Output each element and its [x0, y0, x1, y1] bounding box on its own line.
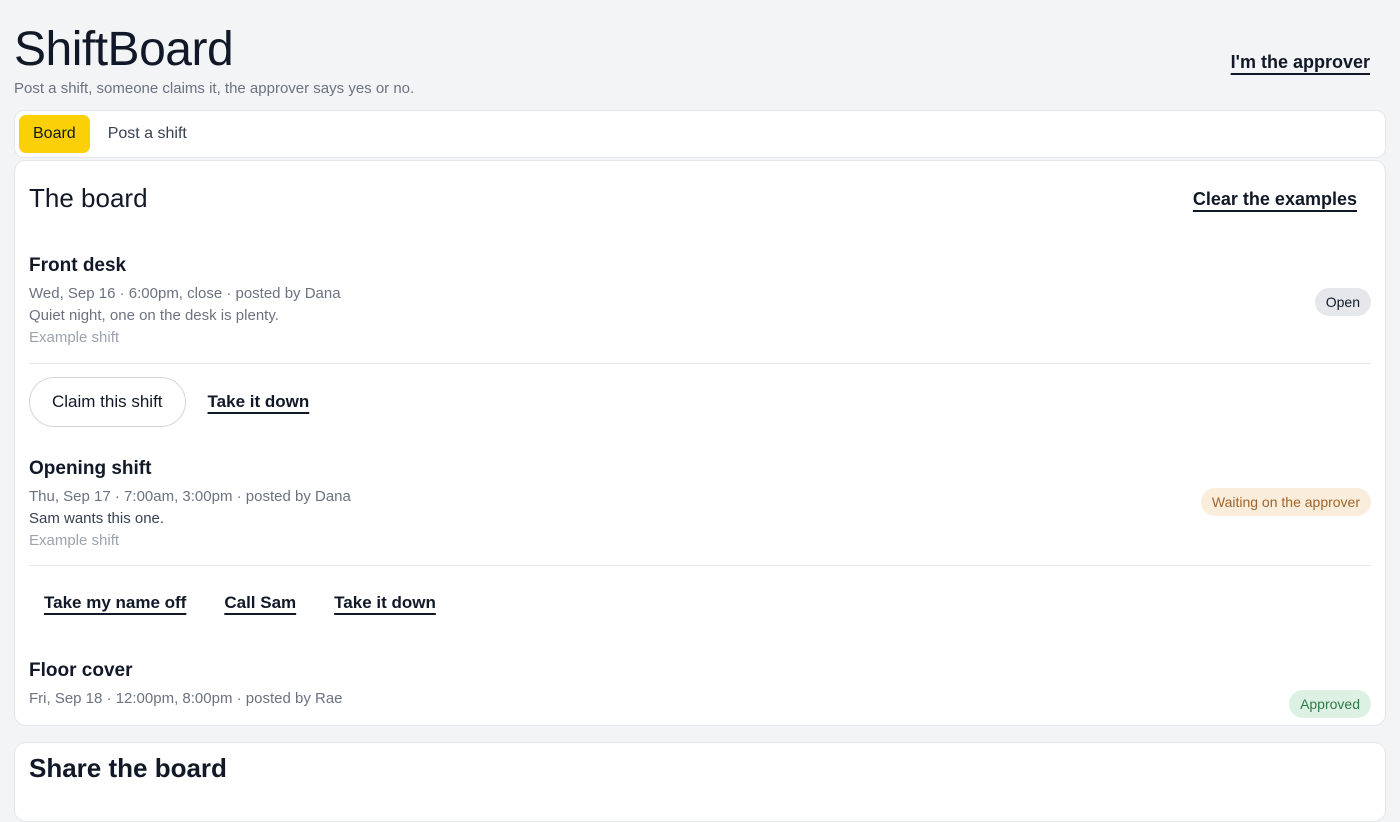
share-title: Share the board	[29, 753, 227, 783]
shift-item-floor-cover: Floor cover Fri, Sep 18 · 12:00pm, 8:00p…	[29, 660, 1371, 725]
app-subtitle: Post a shift, someone claims it, the app…	[14, 80, 415, 97]
claim-shift-button[interactable]: Claim this shift	[29, 377, 186, 427]
shift-actions: Take my name off Call Sam Take it down	[29, 593, 451, 613]
app-title: ShiftBoard	[14, 23, 234, 76]
shift-actions: Claim this shift Take it down	[29, 377, 324, 427]
shift-tag: Example shift	[29, 329, 120, 346]
approver-link[interactable]: I'm the approver	[1231, 52, 1370, 73]
shift-title: Floor cover	[29, 660, 133, 681]
shift-item-front-desk: Front desk Wed, Sep 16 · 6:00pm, close ·…	[29, 255, 1371, 346]
divider	[29, 363, 1371, 364]
shift-tag: Example shift	[29, 532, 120, 549]
board-card: The board Clear the examples Front desk …	[14, 160, 1386, 726]
tab-post-a-shift[interactable]: Post a shift	[94, 115, 201, 153]
shift-title: Front desk	[29, 255, 127, 276]
shift-title: Opening shift	[29, 458, 152, 479]
shift-note: Sam wants this one.	[29, 510, 165, 527]
call-sam-link[interactable]: Call Sam	[209, 593, 311, 613]
shift-meta: Thu, Sep 17 · 7:00am, 3:00pm · posted by…	[29, 488, 351, 505]
tab-bar: Board Post a shift	[14, 110, 1386, 158]
board-title: The board	[29, 183, 148, 213]
share-card: Share the board	[14, 742, 1386, 822]
clear-examples-link[interactable]: Clear the examples	[1193, 189, 1357, 210]
shift-meta: Fri, Sep 18 · 12:00pm, 8:00pm · posted b…	[29, 690, 343, 707]
shift-note: Quiet night, one on the desk is plenty.	[29, 307, 279, 324]
status-badge: Open	[1314, 288, 1371, 316]
shift-meta: Wed, Sep 16 · 6:00pm, close · posted by …	[29, 285, 341, 302]
take-name-off-link[interactable]: Take my name off	[29, 593, 201, 613]
app-header: ShiftBoard Post a shift, someone claims …	[14, 22, 1386, 102]
tab-board[interactable]: Board	[19, 115, 90, 153]
take-down-link[interactable]: Take it down	[208, 392, 325, 412]
take-down-link[interactable]: Take it down	[319, 593, 451, 613]
divider	[29, 565, 1371, 566]
shift-item-opening-shift: Opening shift Thu, Sep 17 · 7:00am, 3:00…	[29, 458, 1371, 549]
status-badge: Waiting on the approver	[1200, 488, 1371, 516]
status-badge: Approved	[1289, 690, 1371, 718]
